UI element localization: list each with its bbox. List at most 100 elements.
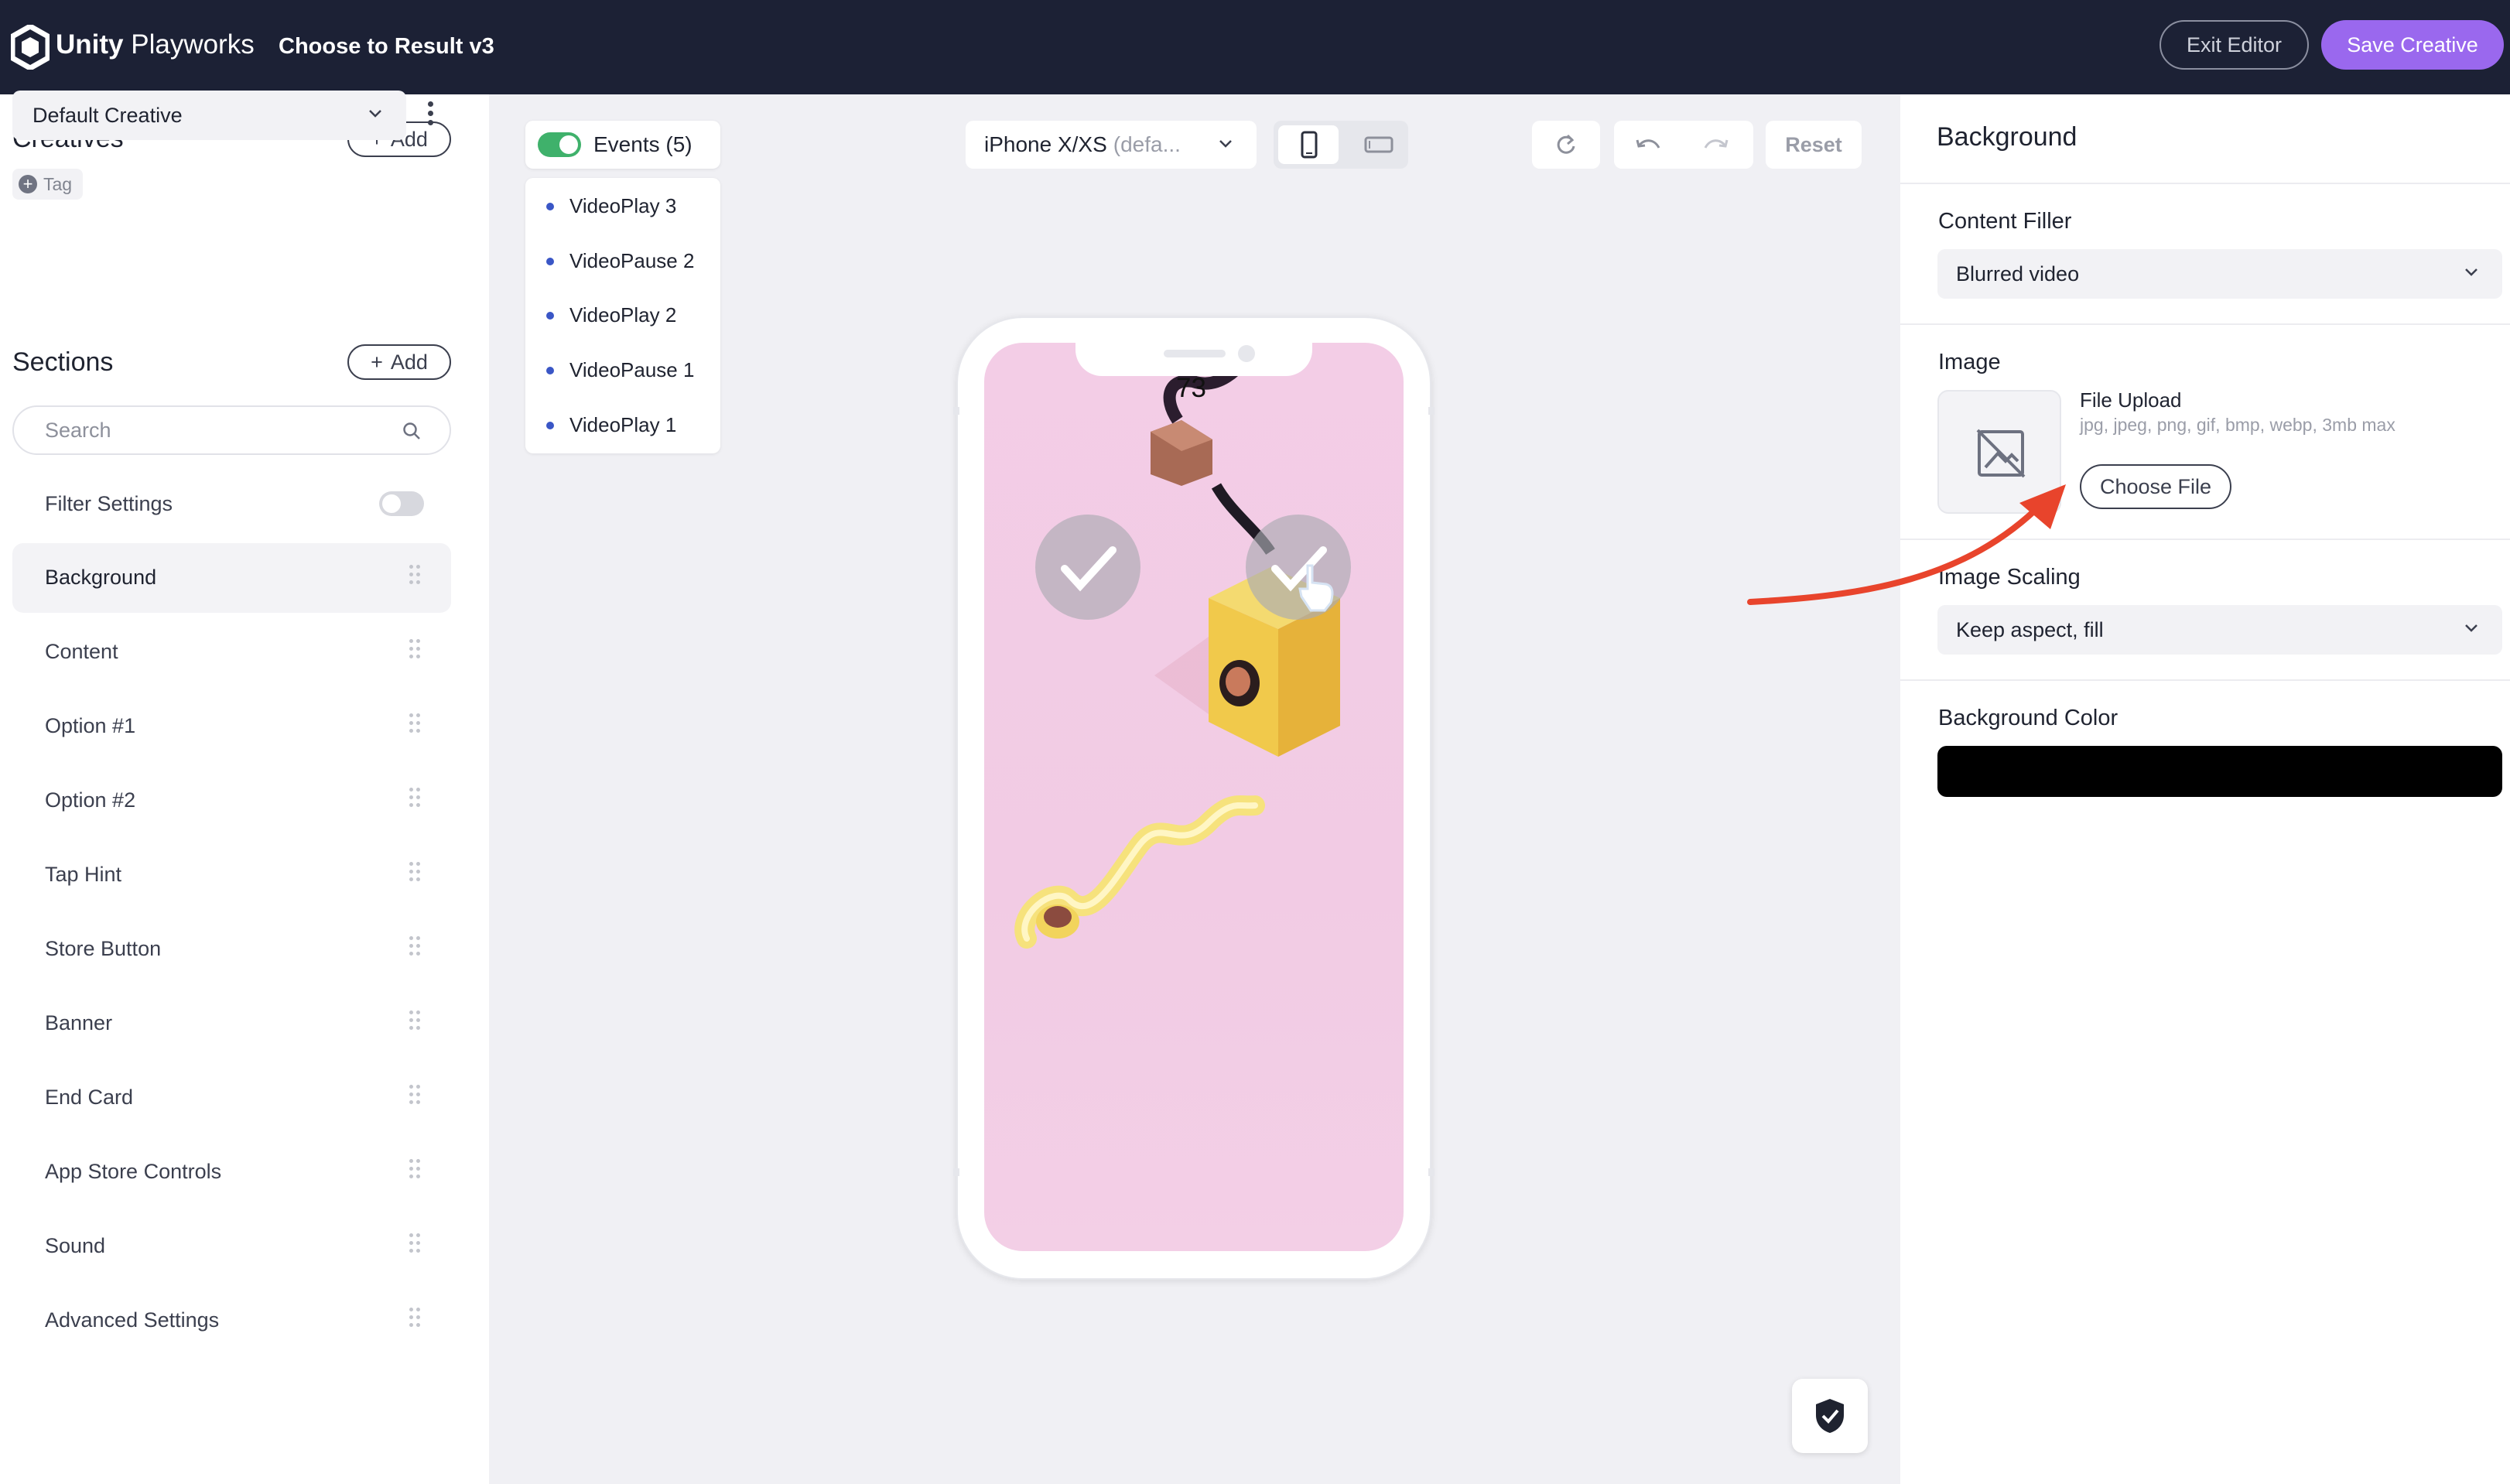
project-title: Choose to Result v3 bbox=[279, 34, 494, 59]
drag-handle-icon[interactable] bbox=[409, 1010, 422, 1037]
tap-hand-icon bbox=[1298, 564, 1334, 612]
device-select[interactable]: iPhone X/XS (defa... bbox=[966, 121, 1257, 169]
divider bbox=[1900, 183, 2510, 184]
drag-handle-icon[interactable] bbox=[409, 1308, 422, 1334]
drag-handle-icon[interactable] bbox=[409, 936, 422, 963]
background-color-swatch[interactable] bbox=[1937, 746, 2502, 797]
content-filler-select[interactable]: Blurred video bbox=[1937, 249, 2502, 299]
event-item[interactable]: VideoPlay 2 bbox=[545, 303, 676, 327]
filter-settings-toggle[interactable] bbox=[379, 491, 424, 516]
section-item[interactable]: End Card bbox=[12, 1063, 451, 1133]
section-item[interactable]: Option #2 bbox=[12, 766, 451, 836]
reset-button[interactable]: Reset bbox=[1766, 121, 1862, 169]
phone-side-button bbox=[1428, 1168, 1435, 1176]
chevron-down-icon bbox=[369, 110, 381, 118]
phone-side-button bbox=[953, 1168, 959, 1176]
section-item[interactable]: Banner bbox=[12, 989, 451, 1058]
refresh-icon bbox=[1557, 134, 1575, 154]
background-color-label: Background Color bbox=[1938, 706, 2118, 730]
section-item[interactable]: Tap Hint bbox=[12, 840, 451, 910]
shield-check-icon bbox=[1816, 1399, 1844, 1433]
content-filler-label: Content Filler bbox=[1938, 209, 2072, 234]
divider bbox=[1900, 679, 2510, 681]
annotation-arrow-icon bbox=[1747, 484, 2066, 605]
search-placeholder: Search bbox=[45, 418, 111, 442]
top-bar: Unity Playworks Choose to Result v3 Exit… bbox=[0, 0, 2510, 94]
section-item[interactable]: App Store Controls bbox=[12, 1137, 451, 1207]
section-item-label: Sound bbox=[45, 1234, 106, 1257]
section-item[interactable]: Advanced Settings bbox=[12, 1286, 451, 1356]
search-icon bbox=[403, 422, 420, 439]
refresh-button[interactable] bbox=[1532, 121, 1600, 169]
section-item-label: Background bbox=[45, 566, 157, 589]
section-item[interactable]: Option #1 bbox=[12, 692, 451, 761]
choice-check-left-icon[interactable] bbox=[1035, 515, 1140, 620]
section-item-label: Banner bbox=[45, 1011, 113, 1034]
file-upload-title: File Upload bbox=[2080, 388, 2182, 412]
phone-portrait-icon bbox=[1301, 131, 1318, 159]
section-item[interactable]: Content bbox=[12, 617, 451, 687]
brand-name: Unity Playworks bbox=[56, 29, 255, 60]
speaker-grille bbox=[1164, 350, 1226, 357]
event-item[interactable]: VideoPlay 1 bbox=[545, 413, 676, 437]
portrait-button[interactable] bbox=[1278, 125, 1339, 164]
section-item-label: Store Button bbox=[45, 937, 162, 960]
events-toggle-header[interactable]: Events (5) bbox=[525, 121, 720, 169]
redo-icon[interactable] bbox=[1699, 132, 1733, 157]
event-item[interactable]: VideoPause 1 bbox=[545, 358, 694, 382]
phone-landscape-icon[interactable] bbox=[1354, 128, 1402, 161]
section-item-label: App Store Controls bbox=[45, 1160, 222, 1183]
no-image-icon bbox=[1976, 429, 2026, 478]
image-scaling-select[interactable]: Keep aspect, fill bbox=[1937, 605, 2502, 655]
drag-handle-icon[interactable] bbox=[409, 565, 422, 591]
add-tag-button[interactable]: + Tag bbox=[12, 169, 84, 200]
device-suffix: (defa... bbox=[1113, 132, 1181, 156]
event-item[interactable]: VideoPause 2 bbox=[545, 249, 694, 273]
image-scaling-value: Keep aspect, fill bbox=[1956, 617, 2104, 641]
events-list: VideoPlay 3 VideoPause 2 VideoPlay 2 Vid… bbox=[525, 178, 720, 453]
drag-handle-icon[interactable] bbox=[409, 788, 422, 814]
brand-light: Playworks bbox=[131, 29, 255, 60]
undo-icon[interactable] bbox=[1631, 132, 1665, 157]
unity-logo-icon bbox=[11, 25, 50, 70]
filter-settings-label: Filter Settings bbox=[45, 492, 173, 515]
orientation-toggle bbox=[1274, 121, 1408, 169]
events-toggle[interactable] bbox=[538, 132, 581, 157]
search-input[interactable]: Search bbox=[12, 405, 451, 455]
game-preview-screen[interactable] bbox=[984, 343, 1404, 1251]
phone-side-button bbox=[953, 407, 959, 415]
phone-notch bbox=[1075, 340, 1312, 376]
drag-handle-icon[interactable] bbox=[409, 1233, 422, 1260]
section-item-label: End Card bbox=[45, 1086, 134, 1109]
drag-handle-icon[interactable] bbox=[409, 862, 422, 888]
section-item-label: Content bbox=[45, 640, 118, 663]
section-item[interactable]: Store Button bbox=[12, 915, 451, 984]
section-item-label: Advanced Settings bbox=[45, 1308, 220, 1332]
panel-title: Background bbox=[1937, 122, 2077, 152]
section-item-label: Option #1 bbox=[45, 714, 136, 737]
drag-handle-icon[interactable] bbox=[409, 639, 422, 665]
drag-handle-icon[interactable] bbox=[409, 713, 422, 740]
file-upload-hint: jpg, jpeg, png, gif, bmp, webp, 3mb max bbox=[2080, 415, 2395, 435]
section-item[interactable]: Sound bbox=[12, 1212, 451, 1281]
security-check-button[interactable] bbox=[1792, 1379, 1868, 1453]
game-score: 73 bbox=[1176, 373, 1206, 403]
brand-bold: Unity bbox=[56, 29, 124, 60]
drag-handle-icon[interactable] bbox=[409, 1085, 422, 1111]
more-options-icon[interactable] bbox=[428, 101, 434, 129]
drag-handle-icon[interactable] bbox=[409, 1159, 422, 1185]
choose-file-button[interactable]: Choose File bbox=[2080, 464, 2231, 509]
creative-select[interactable]: Default Creative bbox=[12, 91, 406, 140]
front-camera bbox=[1238, 345, 1255, 362]
event-item[interactable]: VideoPlay 3 bbox=[545, 194, 676, 218]
undo-redo-group bbox=[1614, 121, 1753, 169]
section-item-label: Tap Hint bbox=[45, 863, 122, 886]
exit-editor-button[interactable]: Exit Editor bbox=[2159, 20, 2309, 70]
add-section-button[interactable]: + Add bbox=[347, 344, 451, 380]
tag-label: Tag bbox=[43, 173, 73, 194]
plus-icon: + bbox=[371, 350, 383, 374]
section-item[interactable]: Background bbox=[12, 543, 451, 613]
content-filler-value: Blurred video bbox=[1956, 262, 2080, 286]
save-creative-button[interactable]: Save Creative bbox=[2321, 20, 2504, 70]
device-name: iPhone X/XS bbox=[984, 132, 1107, 156]
